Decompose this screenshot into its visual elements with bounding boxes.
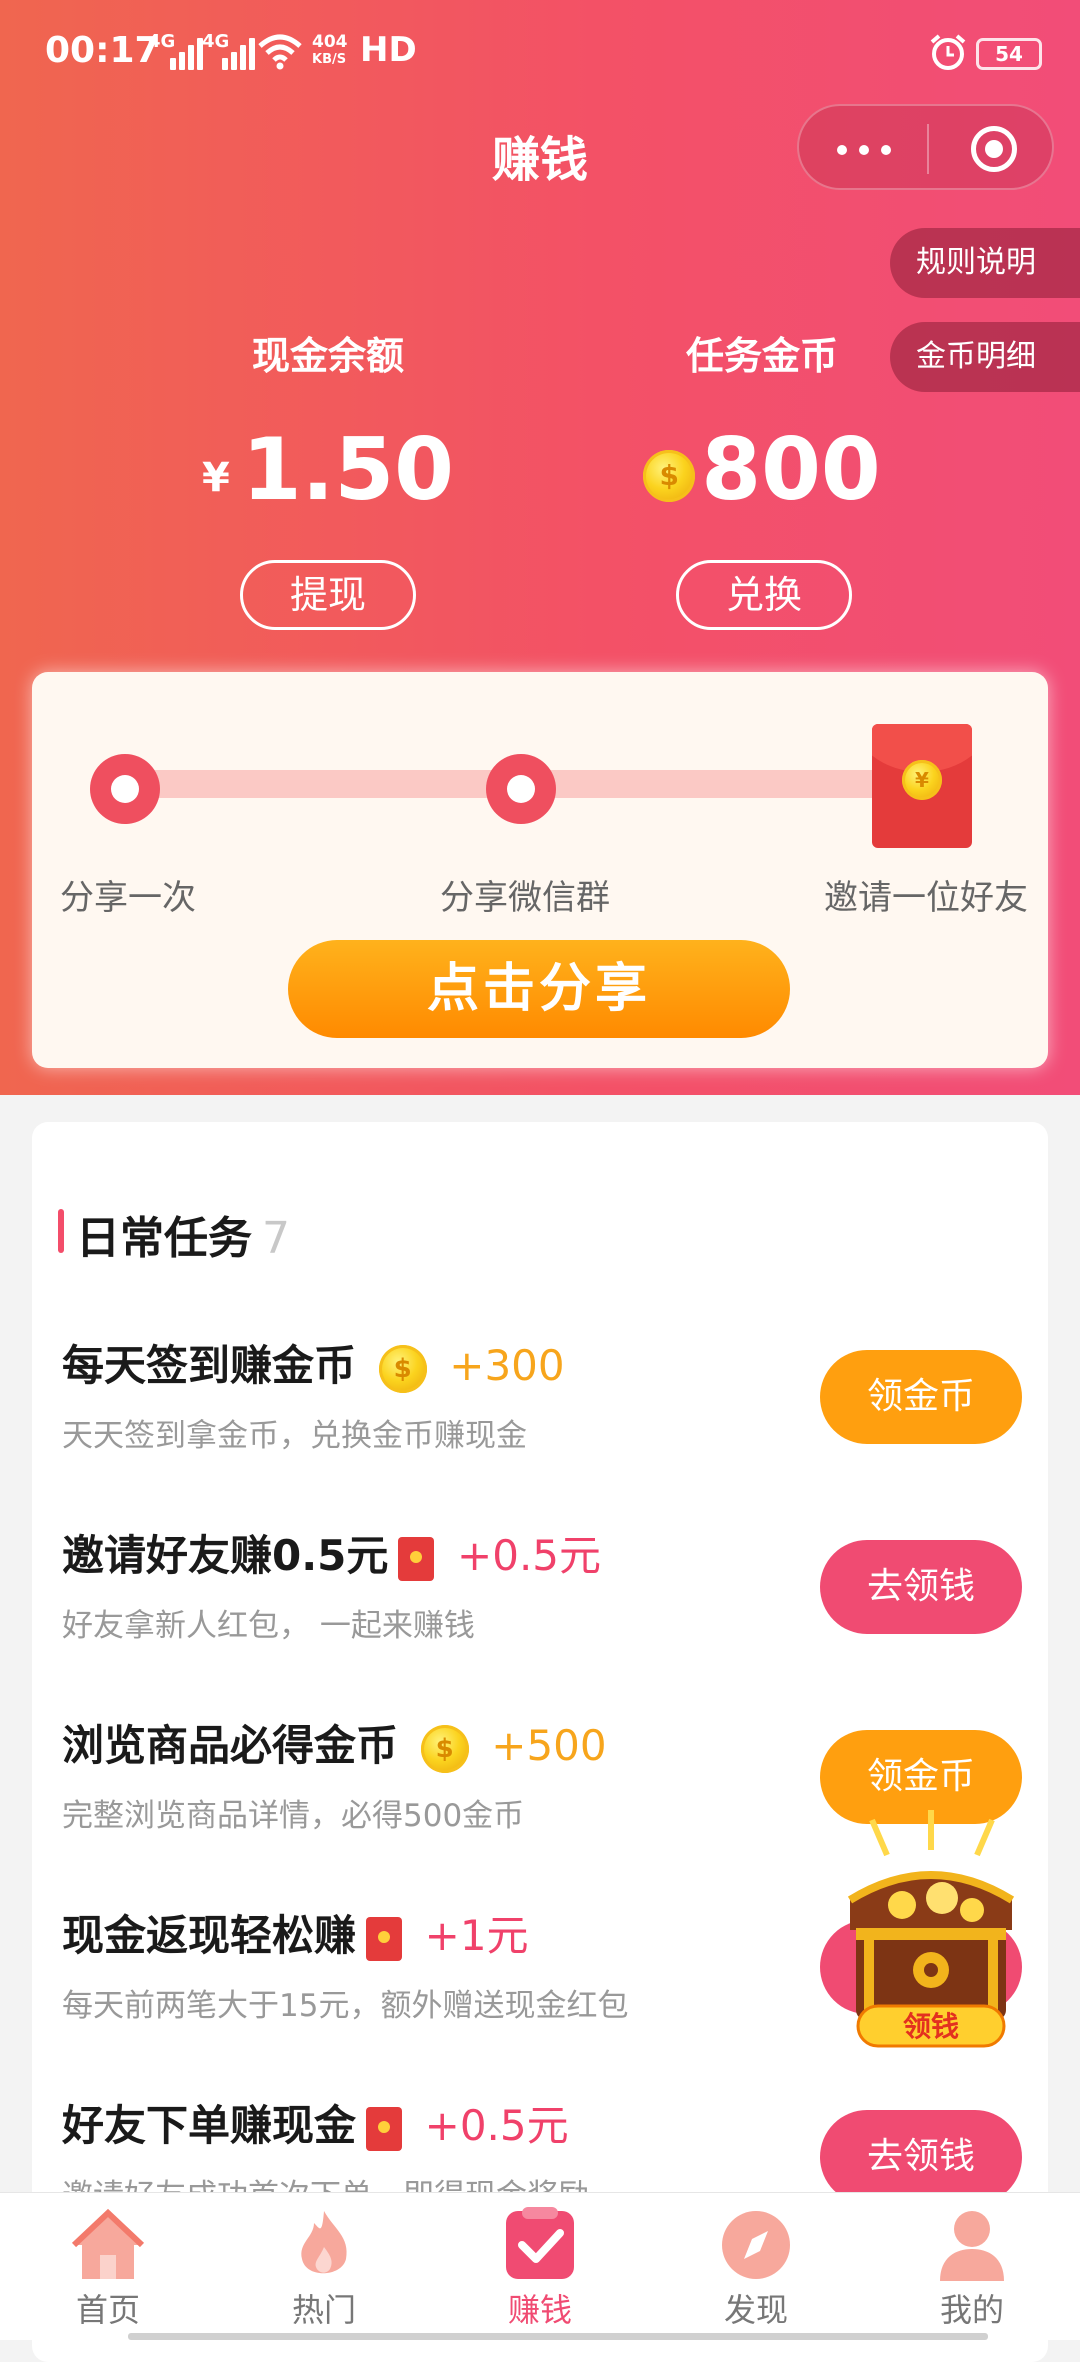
share-button[interactable]: 点击分享 (288, 940, 790, 1038)
step-label: 分享微信群 (440, 878, 610, 918)
section-title: 日常任务 7 (76, 1213, 290, 1264)
cash-balance-label: 现金余额 (251, 334, 404, 378)
task-coins-label: 任务金币 (685, 334, 838, 378)
exchange-button[interactable]: 兑换 (676, 560, 852, 630)
tab-earn[interactable]: 赚钱 (432, 2193, 648, 2341)
claim-cash-button[interactable]: 去领钱 (820, 1540, 1022, 1634)
yen-coin-icon: ¥ (902, 760, 942, 800)
earn-check-icon (506, 2207, 574, 2279)
task-title: 邀请好友赚0.5元 +0.5元 (62, 1531, 602, 1581)
daily-tasks-card: 日常任务 7 每天签到赚金币 $ +300 天天签到拿金币，兑换金币赚现金 领金币… (32, 1122, 1048, 2362)
task-reward: +300 (449, 1341, 565, 1390)
profile-icon (940, 2211, 1004, 2281)
bottom-tab-bar: 首页 热门 赚钱 发现 我的 (0, 2192, 1080, 2340)
section-accent-bar (58, 1209, 64, 1253)
tab-me[interactable]: 我的 (864, 2193, 1080, 2341)
task-count: 7 (262, 1213, 290, 1264)
claim-coins-button[interactable]: 领金币 (820, 1350, 1022, 1444)
compass-icon (722, 2211, 790, 2279)
net-speed: 404 KB/S (312, 32, 348, 68)
chest-label: 领钱 (903, 2010, 959, 2043)
task-subtitle: 天天签到拿金币，兑换金币赚现金 (62, 1418, 527, 1454)
currency-symbol: ¥ (201, 455, 230, 501)
task-reward: +0.5元 (424, 2101, 569, 2150)
alarm-icon (930, 34, 966, 70)
task-title: 现金返现轻松赚 +1元 (62, 1911, 529, 1961)
task-subtitle: 每天前两笔大于15元，额外赠送现金红包 (62, 1988, 629, 2024)
home-icon (71, 2208, 145, 2279)
tab-label: 发现 (723, 2291, 788, 2329)
tab-hot[interactable]: 热门 (216, 2193, 432, 2341)
treasure-chest-icon[interactable]: 领钱 (842, 1810, 1020, 2050)
task-title: 浏览商品必得金币 $ +500 (62, 1712, 607, 1773)
tab-discover[interactable]: 发现 (648, 2193, 864, 2341)
tab-label: 赚钱 (507, 2291, 572, 2329)
close-target-icon[interactable] (971, 126, 1017, 172)
red-packet-icon (366, 2106, 403, 2151)
task-reward: +1元 (424, 1911, 529, 1960)
task-reward: +0.5元 (457, 1531, 602, 1580)
withdraw-button[interactable]: 提现 (240, 560, 416, 630)
home-indicator (128, 2333, 988, 2340)
earn-header: 00:17 4G 4G 404 KB/S HD 54 赚钱 规则说明 金币明细 … (0, 0, 1080, 1095)
rules-tab[interactable]: 规则说明 (890, 228, 1080, 298)
tab-label: 首页 (75, 2291, 140, 2329)
task-reward: +500 (491, 1721, 607, 1770)
cash-balance-value: ¥1.50 (201, 420, 455, 520)
step-label: 分享一次 (60, 878, 196, 918)
task-coins-value: $800 (562, 420, 962, 520)
task-subtitle: 好友拿新人红包， 一起来赚钱 (62, 1608, 475, 1644)
status-bar: 00:17 4G 4G 404 KB/S HD 54 (0, 0, 1080, 110)
coin-icon: $ (378, 1344, 427, 1393)
tab-home[interactable]: 首页 (0, 2193, 216, 2341)
coin-icon: $ (643, 449, 696, 502)
share-progress-card: ¥ 分享一次 分享微信群 邀请一位好友 点击分享 (32, 672, 1048, 1068)
battery-indicator: 54 (976, 38, 1042, 70)
hd-indicator: HD (360, 30, 417, 70)
flame-icon (301, 2211, 347, 2274)
status-time: 00:17 (45, 30, 160, 71)
tab-label: 热门 (291, 2291, 356, 2329)
red-packet-icon (366, 1916, 403, 1961)
red-envelope-icon: ¥ (872, 724, 972, 848)
tab-label: 我的 (939, 2291, 1004, 2329)
coin-icon: $ (420, 1724, 469, 1773)
wifi-icon (258, 34, 302, 70)
step-label: 邀请一位好友 (824, 878, 1028, 918)
mini-program-capsule (797, 104, 1054, 190)
capsule-divider (927, 124, 929, 174)
red-packet-icon (398, 1536, 435, 1581)
task-title: 每天签到赚金币 $ +300 (62, 1332, 565, 1393)
signal-bars-icon (222, 36, 260, 70)
more-icon[interactable] (835, 136, 895, 162)
progress-node (90, 754, 160, 824)
task-subtitle: 完整浏览商品详情，必得500金币 (62, 1798, 525, 1834)
task-title: 好友下单赚现金 +0.5元 (62, 2101, 569, 2151)
claim-cash-button[interactable]: 去领钱 (820, 2110, 1022, 2204)
progress-node (486, 754, 556, 824)
